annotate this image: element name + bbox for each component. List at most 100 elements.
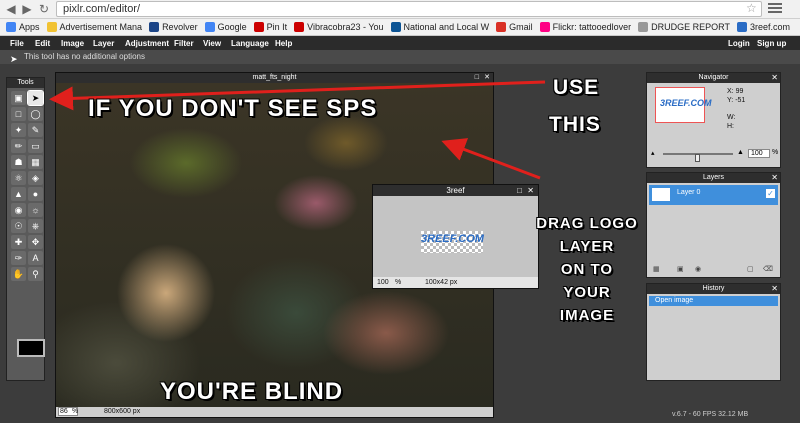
clone-tool-icon[interactable]: ⚛ <box>11 171 26 185</box>
layer-mask-icon[interactable]: ▣ <box>677 265 684 273</box>
favicon-icon <box>204 22 215 32</box>
bookmark-item[interactable]: 3reef.com <box>736 22 790 32</box>
maximize-icon[interactable]: □ <box>517 185 522 196</box>
bookmark-apps[interactable]: Apps <box>6 22 40 32</box>
menu-edit[interactable]: Edit <box>35 39 50 48</box>
zoom-input[interactable]: 100 <box>748 149 770 158</box>
eyedropper-tool-icon[interactable]: ✑ <box>11 251 26 265</box>
annotation-use: USE <box>553 76 600 99</box>
layer-row[interactable]: Layer 0 ✓ <box>649 185 778 205</box>
zoom-slider-handle[interactable] <box>695 154 700 162</box>
marquee-tool-icon[interactable]: □ <box>11 107 26 121</box>
bookmark-item[interactable]: DRUDGE REPORT <box>638 22 730 32</box>
bookmark-item[interactable]: Advertisement Mana <box>46 22 142 32</box>
gradient-tool-icon[interactable]: ▦ <box>28 155 43 169</box>
history-panel: History ✕ Open image <box>646 283 781 381</box>
login-link[interactable]: Login <box>728 39 750 48</box>
zoom-unit: % <box>72 408 79 415</box>
close-icon[interactable]: ✕ <box>771 173 778 183</box>
crop-tool-icon[interactable]: ▣ <box>11 91 26 105</box>
tool-options-bar: ➤ This tool has no additional options <box>0 50 800 64</box>
menu-adjustment[interactable]: Adjustment <box>125 39 169 48</box>
red-eye-tool-icon[interactable]: ☉ <box>11 219 26 233</box>
wand-tool-icon[interactable]: ✦ <box>11 123 26 137</box>
lasso-tool-icon[interactable]: ◯ <box>28 107 43 121</box>
zoom-value: 86 <box>60 408 68 415</box>
back-icon[interactable]: ◀ <box>4 2 18 16</box>
pinch-tool-icon[interactable]: ✥ <box>28 235 43 249</box>
visibility-checkbox[interactable]: ✓ <box>766 189 775 198</box>
image-window-statusbar: 86 % 800x600 px <box>56 407 493 417</box>
menu-help[interactable]: Help <box>275 39 292 48</box>
bookmarks-bar: Apps Advertisement Mana Revolver Google … <box>0 19 800 36</box>
transparency-checker: 3REEF.COM <box>421 231 484 253</box>
color-swatch[interactable] <box>17 339 45 357</box>
close-icon[interactable]: ✕ <box>771 284 778 294</box>
pencil-tool-icon[interactable]: ✎ <box>28 123 43 137</box>
navigator-info: X: 99 Y: -51 W: H: <box>727 88 746 130</box>
history-item[interactable]: Open image <box>649 296 778 306</box>
reload-icon[interactable]: ↻ <box>37 2 51 16</box>
delete-layer-icon[interactable]: ⌫ <box>763 265 773 273</box>
menu-language[interactable]: Language <box>231 39 269 48</box>
color-replace-icon[interactable]: ◈ <box>28 171 43 185</box>
annotation-bottom: YOU'RE BLIND <box>160 378 344 405</box>
bucket-tool-icon[interactable]: ☗ <box>11 155 26 169</box>
bookmark-star-icon[interactable]: ☆ <box>746 1 757 15</box>
bookmark-item[interactable]: Vibracobra23 - You <box>294 22 384 32</box>
bookmark-item[interactable]: Flickr: tattooedlover <box>539 22 631 32</box>
zoom-in-icon[interactable]: ▲ <box>737 149 744 156</box>
signup-link[interactable]: Sign up <box>757 39 786 48</box>
new-layer-icon[interactable]: ▢ <box>747 265 754 273</box>
spot-heal-tool-icon[interactable]: ⎈ <box>28 219 43 233</box>
menu-layer[interactable]: Layer <box>93 39 114 48</box>
type-tool-icon[interactable]: A <box>28 251 43 265</box>
move-tool-icon[interactable]: ➤ <box>27 90 44 106</box>
close-icon[interactable]: ✕ <box>771 73 778 83</box>
maximize-icon[interactable]: □ <box>475 73 479 83</box>
zoom-slider[interactable] <box>663 153 733 162</box>
annotation-top: IF YOU DON'T SEE SPS <box>88 95 378 122</box>
sponge-tool-icon[interactable]: ◉ <box>11 203 26 217</box>
bloat-tool-icon[interactable]: ✚ <box>11 235 26 249</box>
close-icon[interactable]: ✕ <box>484 73 490 83</box>
zoom-value: 100 <box>377 279 389 286</box>
image-window-titlebar[interactable]: matt_fts_night □ ✕ <box>56 73 493 83</box>
bookmark-item[interactable]: National and Local W <box>390 22 489 32</box>
bookmark-item[interactable]: Pin It <box>253 22 287 32</box>
hand-tool-icon[interactable]: ✋ <box>11 267 26 281</box>
brush-tool-icon[interactable]: ✏ <box>11 139 26 153</box>
menu-image[interactable]: Image <box>61 39 84 48</box>
move-tool-icon: ➤ <box>10 54 18 64</box>
address-bar[interactable]: pixlr.com/editor/ <box>56 1 762 17</box>
layer-settings-icon[interactable]: ▦ <box>653 265 660 273</box>
logo-window-titlebar[interactable]: 3reef □ ✕ <box>373 185 538 196</box>
navigator-title: Navigator ✕ <box>647 73 780 83</box>
browser-menu-icon[interactable] <box>768 3 782 15</box>
bookmark-item[interactable]: Google <box>204 22 247 32</box>
zoom-tool-icon[interactable]: ⚲ <box>28 267 43 281</box>
favicon-icon <box>638 22 649 32</box>
layer-thumbnail <box>652 188 670 201</box>
menu-filter[interactable]: Filter <box>174 39 194 48</box>
logo-window-title: 3reef <box>446 186 465 195</box>
layer-style-icon[interactable]: ◉ <box>695 265 701 273</box>
drawing-tool-icon[interactable]: ▲ <box>11 187 26 201</box>
forward-icon[interactable]: ▶ <box>20 2 34 16</box>
layer-name: Layer 0 <box>677 189 701 196</box>
dodge-tool-icon[interactable]: ☼ <box>28 203 43 217</box>
close-icon[interactable]: ✕ <box>527 185 534 196</box>
menu-view[interactable]: View <box>203 39 221 48</box>
bookmark-item[interactable]: Revolver <box>149 22 198 32</box>
app-menubar: File Edit Image Layer Adjustment Filter … <box>0 36 800 50</box>
blur-tool-icon[interactable]: ● <box>28 187 43 201</box>
menu-file[interactable]: File <box>10 39 24 48</box>
logo-canvas[interactable]: 3REEF.COM <box>373 196 538 278</box>
logo-window: 3reef □ ✕ 3REEF.COM 100 % 100x42 px <box>372 184 539 289</box>
image-size: 800x600 px <box>104 408 141 415</box>
navigator-thumbnail[interactable]: 3REEF.COM <box>655 87 712 123</box>
tools-panel: Tools ▣ ➤ □ ◯ ✦ ✎ ✏ ▭ ☗ ▦ ⚛ ◈ ▲ ● ◉ ☼ ☉ … <box>6 77 45 381</box>
zoom-out-icon[interactable]: ▴ <box>651 149 655 157</box>
eraser-tool-icon[interactable]: ▭ <box>28 139 43 153</box>
bookmark-item[interactable]: Gmail <box>496 22 533 32</box>
